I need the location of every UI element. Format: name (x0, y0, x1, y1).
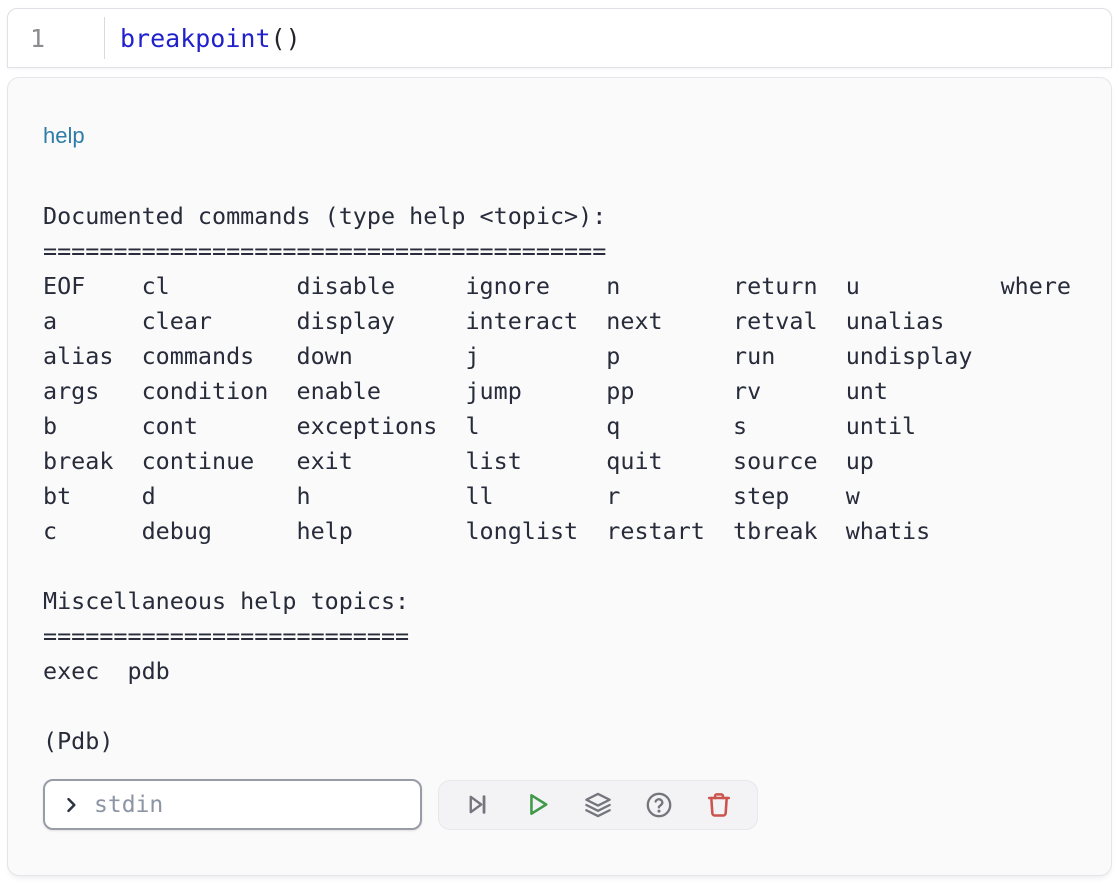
stack-button[interactable] (578, 785, 618, 825)
console-output-text: Documented commands (type help <topic>):… (43, 199, 1076, 759)
line-number-gutter: 1 (8, 9, 104, 67)
step-forward-button[interactable] (457, 785, 497, 825)
code-punctuation-token: () (271, 24, 301, 53)
echoed-command: help (43, 123, 1076, 149)
question-circle-icon (645, 791, 673, 819)
console-controls (43, 779, 1076, 830)
layers-icon (584, 791, 612, 819)
debug-toolbar (438, 780, 758, 830)
line-number: 1 (30, 24, 45, 53)
step-forward-icon (464, 791, 491, 818)
stdin-input[interactable] (94, 792, 408, 818)
code-editor[interactable]: 1 breakpoint() (7, 8, 1112, 68)
run-button[interactable] (518, 785, 558, 825)
console-output-panel: help Documented commands (type help <top… (7, 77, 1112, 876)
stdin-input-wrapper[interactable] (43, 779, 422, 830)
play-icon (523, 790, 552, 819)
help-button[interactable] (639, 785, 679, 825)
code-builtin-token: breakpoint (120, 24, 271, 53)
clear-output-button[interactable] (699, 785, 739, 825)
trash-icon (705, 791, 733, 819)
chevron-right-icon (61, 795, 81, 815)
code-line[interactable]: breakpoint() (105, 24, 301, 53)
